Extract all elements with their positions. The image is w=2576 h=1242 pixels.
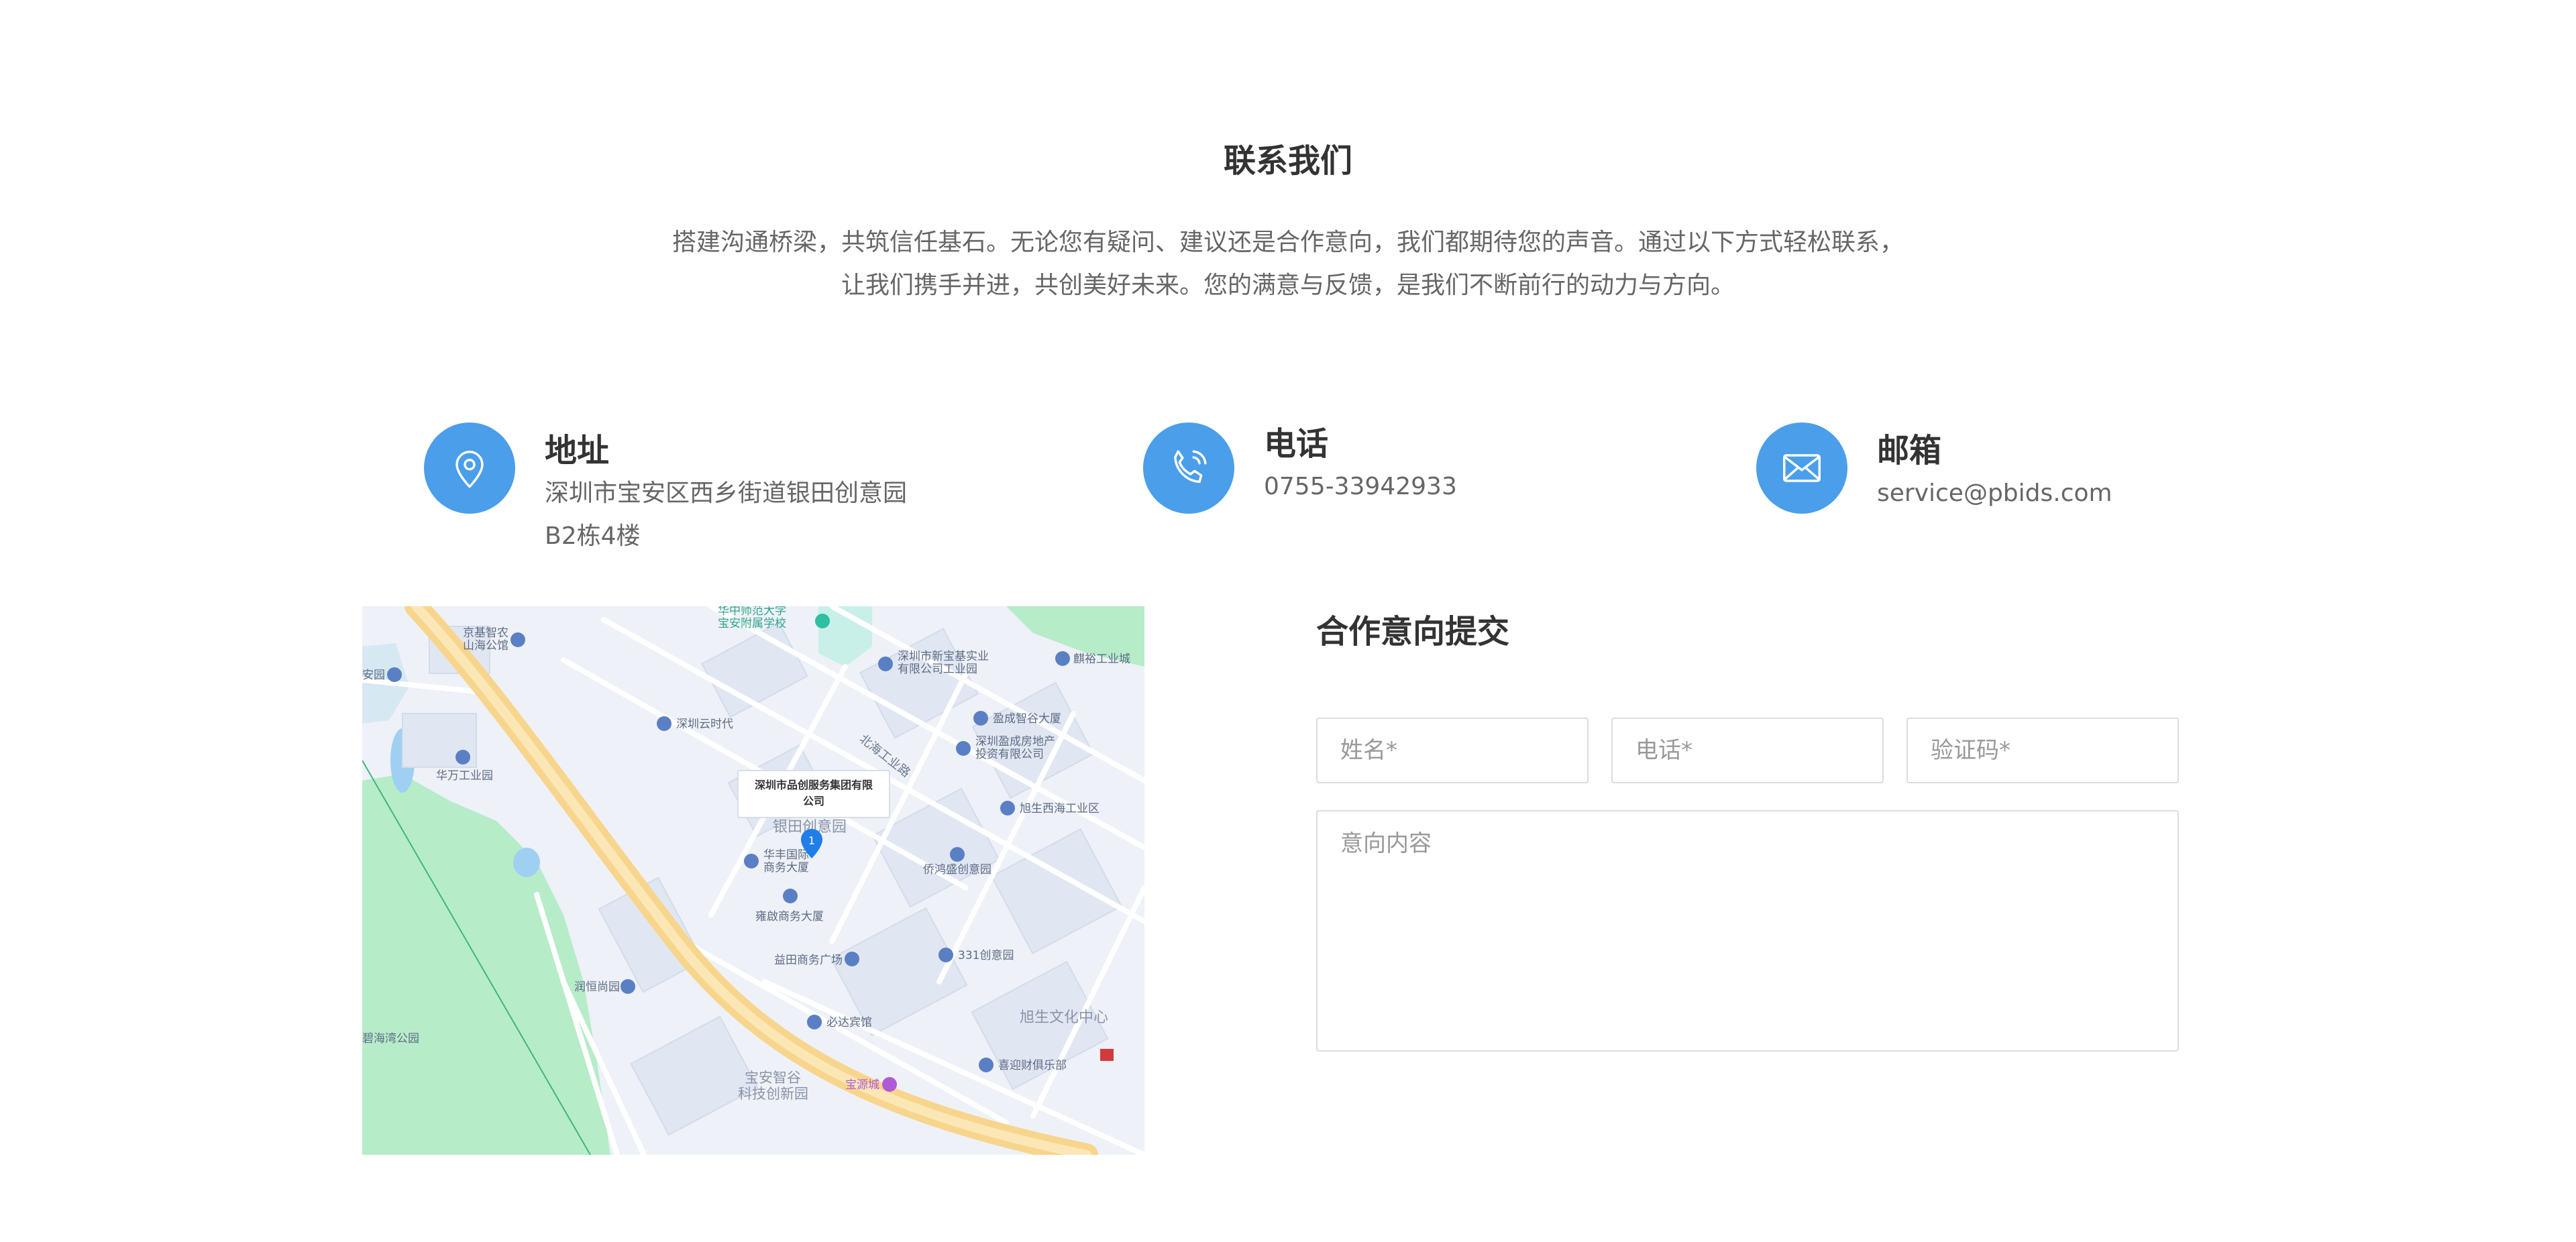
contact-email-label: 邮箱 [1877,432,1942,469]
map-poi-label: 宝安附属学校 [718,617,786,630]
map-poi-label: 雍啟商务大厦 [755,910,824,923]
intent-content-field[interactable] [1316,810,2179,1052]
contact-address-label: 地址 [545,432,610,469]
map-poi-label: 投资有限公司 [975,748,1044,761]
contact-address-text: 地址 深圳市宝安区西乡街道银田创意园B2栋4楼 [545,422,907,558]
name-field[interactable] [1316,718,1589,783]
form-title: 合作意向提交 [1316,613,1510,651]
intro-line-1: 搭建沟通桥梁，共筑信任基石。无论您有疑问、建议还是合作意向，我们都期待您的声音。… [672,229,1904,256]
map-poi-label: 商务大厦 [763,861,809,874]
phone-field[interactable] [1611,718,1884,783]
contact-phone: 电话 0755-33942933 [1143,422,1457,514]
contact-address: 地址 深圳市宝安区西乡街道银田创意园B2栋4楼 [424,422,907,558]
contact-phone-text: 电话 0755-33942933 [1264,422,1457,508]
map-poi-label: 有限公司工业园 [898,663,977,676]
contact-phone-label: 电话 [1264,425,1329,463]
intro-line-2: 让我们携手并进，共创美好未来。您的满意与反馈，是我们不断前行的动力与方向。 [841,272,1735,299]
map-marker-label-line1: 深圳市品创服务集团有限 [755,779,873,791]
section-title: 联系我们 [1223,142,1352,180]
map-poi-label: 深圳市新宝基实业 [898,650,989,663]
contact-email: 邮箱 service@pbids.com [1756,422,2112,515]
map-poi-label: 华丰国际 [763,848,809,862]
map-poi-label: 331创意园 [958,949,1014,962]
map-poi-label: 侨鸿盛创意园 [923,863,991,877]
map-poi-label: 京基智农 [463,626,508,640]
map-poi-label: 必达宾馆 [826,1016,872,1029]
map[interactable]: 京基智农 山海公馆 安园 华中师范大学 宝安附属学校 深圳市新宝基实业 有限公司… [362,606,1144,1155]
contact-address-value: 深圳市宝安区西乡街道银田创意园B2栋4楼 [545,479,908,550]
map-poi-label: 华中师范大学 [718,606,786,618]
map-poi-label: 华万工业园 [436,769,493,783]
map-marker-label-line2: 公司 [803,795,824,807]
map-poi-label: 宝源城 [845,1078,879,1092]
map-poi-label: 盈成智谷大厦 [993,712,1061,726]
intro-text: 搭建沟通桥梁，共筑信任基石。无论您有疑问、建议还是合作意向，我们都期待您的声音。… [0,221,2576,307]
map-poi-label: 益田商务广场 [774,954,843,967]
map-poi-label: 润恒尚园 [574,980,620,994]
map-poi-label: 深圳盈成房地产 [975,735,1055,748]
contact-email-value[interactable]: service@pbids.com [1877,472,2112,515]
map-poi-label: 麒裕工业城 [1073,653,1130,666]
map-poi-label: 喜迎财俱乐部 [998,1059,1067,1072]
map-poi-label: 山海公馆 [463,639,508,653]
map-poi-label: 宝安智谷 [745,1070,801,1086]
map-poi-label: 科技创新园 [738,1086,808,1102]
phone-icon [1143,422,1234,514]
contact-phone-value[interactable]: 0755-33942933 [1264,465,1457,508]
map-marker-number: 1 [808,834,815,847]
map-poi-label: 碧海湾公园 [362,1032,419,1046]
map-poi-label: 深圳云时代 [676,718,733,731]
captcha-field[interactable] [1907,718,2179,783]
map-poi-label: 旭生文化中心 [1020,1009,1108,1026]
location-pin-icon [424,422,515,514]
contact-email-text: 邮箱 service@pbids.com [1877,422,2112,515]
mail-icon [1756,422,1847,514]
map-poi-label: 安园 [362,669,385,682]
map-poi-label: 旭生西海工业区 [1020,802,1099,815]
